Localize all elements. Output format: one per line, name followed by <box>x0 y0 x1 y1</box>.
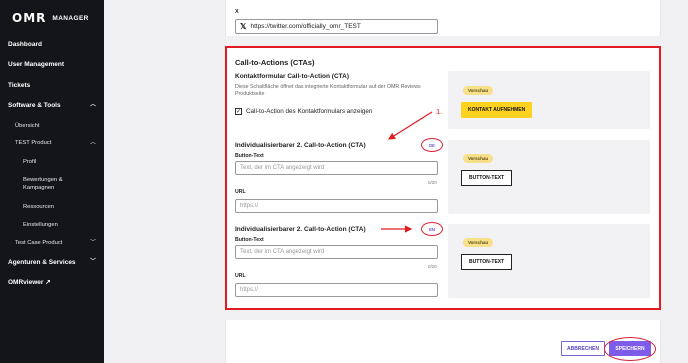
sidebar-item-profil[interactable]: Profil <box>23 159 96 167</box>
sidebar-item-label: User Management <box>8 61 64 68</box>
custom-cta-en-title: Individualisierbarer 2. Call-to-Action (… <box>235 226 366 233</box>
sidebar-item-label: Profil <box>23 159 37 165</box>
sidebar-item-bewertungen[interactable]: Bewertungen & Kampagnen <box>23 177 73 192</box>
custom-de-preview-button: BUTTON-TEXT <box>461 170 513 186</box>
sidebar-item-einstellungen[interactable]: Einstellungen <box>23 222 96 230</box>
sidebar-item-uebersicht[interactable]: Übersicht <box>15 123 96 131</box>
sidebar: OMR MANAGER Dashboard User Management Ti… <box>0 0 104 363</box>
x-logo-icon: 𝕏 <box>240 22 247 31</box>
sidebar-item-user-management[interactable]: User Management <box>8 61 96 69</box>
cancel-button[interactable]: ABBRECHEN <box>561 341 605 356</box>
contact-cta-checkbox[interactable]: ✓ <box>235 108 242 115</box>
contact-preview-panel <box>448 71 650 129</box>
save-highlight-ring <box>604 337 656 361</box>
sidebar-item-label: Übersicht <box>15 123 40 129</box>
custom-en-preview-button: BUTTON-TEXT <box>461 254 513 270</box>
sidebar-item-label: Dashboard <box>8 41 42 48</box>
button-text-label: Button-Text <box>235 153 264 159</box>
contact-cta-title: Kontaktformular Call-to-Action (CTA) <box>235 73 349 80</box>
contact-cta-description: Diese Schaltfläche öffnet das integriert… <box>235 84 421 98</box>
x-url-input[interactable]: 𝕏 https://twitter.com/officially_omr_TES… <box>235 19 438 34</box>
sidebar-item-ressourcen[interactable]: Ressourcen <box>23 204 96 212</box>
button-text-input-de[interactable]: Text, der im CTA angezeigt wird <box>235 161 438 175</box>
contact-preview-button: KONTAKT AUFNEHMEN <box>461 102 533 118</box>
sidebar-item-label: OMRviewer ↗ <box>8 279 51 286</box>
sidebar-item-software-tools[interactable]: Software & Tools ︿ <box>8 102 96 110</box>
button-text-input-en[interactable]: Text, der im CTA angezeigt wird <box>235 245 438 259</box>
lang-badge-de[interactable]: DE <box>421 138 443 152</box>
sidebar-item-label: Einstellungen <box>23 222 58 228</box>
custom-cta-de-title: Individualisierbarer 2. Call-to-Action (… <box>235 142 366 149</box>
sidebar-item-label: Software & Tools <box>8 102 61 109</box>
x-field-label: X <box>235 9 239 15</box>
url-label: URL <box>235 189 246 195</box>
sidebar-item-test-product[interactable]: TEST Product ︿ <box>15 140 96 148</box>
char-counter: 0/20 <box>428 264 437 269</box>
logo-omr-text: OMR <box>12 11 47 25</box>
button-text-label: Button-Text <box>235 237 264 243</box>
x-url-value: https://twitter.com/officially_omr_TEST <box>250 23 361 30</box>
chevron-up-icon: ︿ <box>89 102 96 109</box>
logo-manager-text: MANAGER <box>52 14 89 22</box>
url-input-en[interactable]: https:// <box>235 283 438 297</box>
url-input-de[interactable]: https:// <box>235 199 438 213</box>
preview-badge: Vorschau <box>463 154 494 163</box>
lang-badge-en[interactable]: EN <box>421 222 443 236</box>
sidebar-item-label: Tickets <box>8 82 31 89</box>
logo[interactable]: OMR MANAGER <box>12 11 89 25</box>
cta-section-title: Call-to-Actions (CTAs) <box>235 58 315 67</box>
chevron-up-icon: ︿ <box>89 140 96 146</box>
sidebar-item-dashboard[interactable]: Dashboard <box>8 41 96 49</box>
sidebar-item-omrviewer[interactable]: OMRviewer ↗ <box>8 279 96 287</box>
char-counter: 0/20 <box>428 180 437 185</box>
sidebar-item-label: Ressourcen <box>23 204 54 210</box>
sidebar-item-label: Bewertungen & Kampagnen <box>23 177 63 191</box>
preview-badge: Vorschau <box>463 86 494 95</box>
sidebar-item-agenturen-services[interactable]: Agenturen & Services ﹀ <box>8 259 96 267</box>
sidebar-item-label: Test Case Product <box>15 240 63 247</box>
sidebar-item-test-case-product[interactable]: Test Case Product ﹀ <box>15 240 96 248</box>
chevron-down-icon: ﹀ <box>89 240 96 246</box>
sidebar-item-label: Agenturen & Services <box>8 259 76 266</box>
url-label: URL <box>235 273 246 279</box>
sidebar-item-tickets[interactable]: Tickets <box>8 82 96 90</box>
preview-badge: Vorschau <box>463 238 494 247</box>
contact-cta-checkbox-label[interactable]: Call-to-Action des Kontaktformulars anze… <box>246 108 372 115</box>
chevron-down-icon: ﹀ <box>89 259 96 266</box>
sidebar-item-label: TEST Product <box>15 140 52 147</box>
annotation-step-1: 1. <box>436 107 443 116</box>
